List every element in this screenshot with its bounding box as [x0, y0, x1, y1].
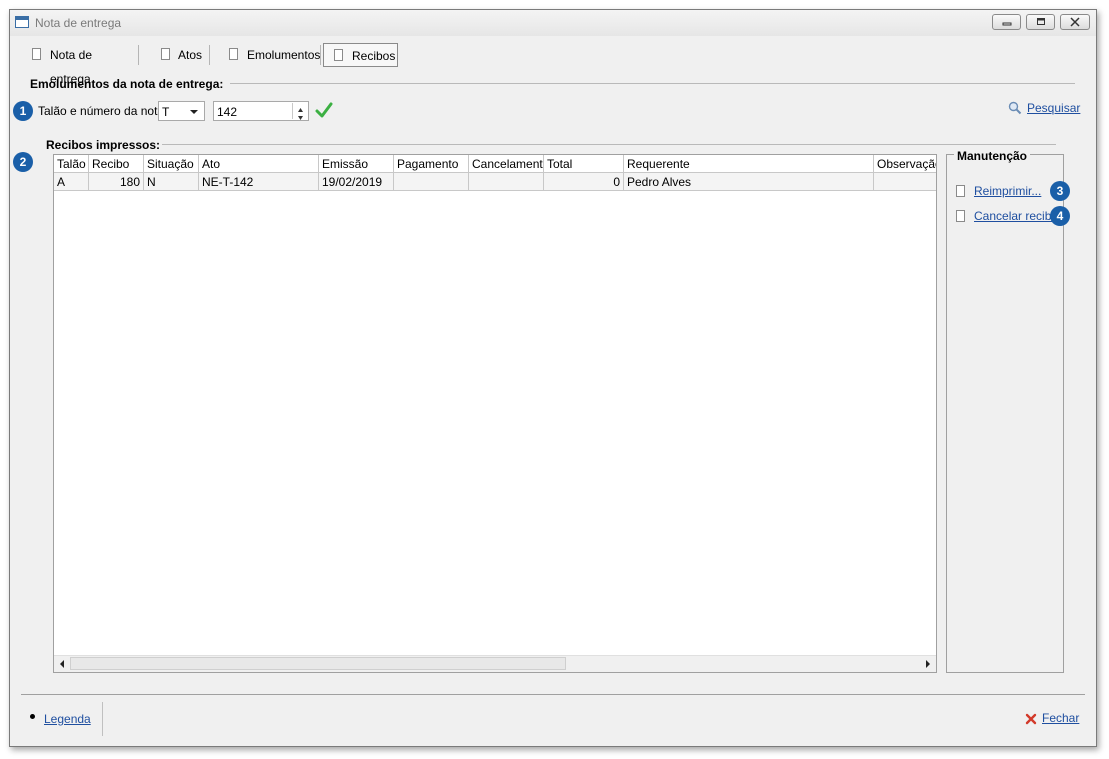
- column-header-cancelamento[interactable]: Cancelamento: [469, 155, 544, 173]
- column-header-requerente[interactable]: Requerente: [624, 155, 874, 173]
- document-icon: [229, 48, 238, 60]
- callout-badge-4: 4: [1050, 206, 1070, 226]
- column-header-talao[interactable]: Talão: [54, 155, 89, 173]
- chevron-down-icon: [190, 110, 198, 114]
- cell-pagamento: [394, 173, 469, 191]
- arrow-right-icon: [926, 660, 930, 668]
- checkmark-icon: [315, 102, 333, 118]
- close-x-icon: [1025, 713, 1037, 725]
- document-icon: [32, 48, 41, 60]
- fechar-label: Fechar: [1042, 711, 1080, 725]
- section-divider: [230, 83, 1075, 84]
- window-title: Nota de entrega: [35, 16, 122, 30]
- caret-down-icon: [298, 116, 303, 120]
- column-header-ato[interactable]: Ato: [199, 155, 319, 173]
- tab-recibos[interactable]: Recibos: [323, 43, 398, 67]
- stepper-down-button[interactable]: [292, 111, 308, 120]
- tab-separator: [138, 45, 139, 65]
- column-header-total[interactable]: Total: [544, 155, 624, 173]
- tab-separator: [209, 45, 210, 65]
- pesquisar-label: Pesquisar: [1027, 101, 1081, 115]
- manutencao-panel: Manutenção Reimprimir... 3 Cancelar reci…: [946, 149, 1070, 673]
- callout-badge-2: 2: [13, 152, 33, 172]
- column-header-situacao[interactable]: Situação: [144, 155, 199, 173]
- cell-observacao: [874, 173, 936, 191]
- column-header-emissao[interactable]: Emissão: [319, 155, 394, 173]
- numero-nota-value: 142: [217, 105, 238, 119]
- cell-talao: A: [54, 173, 89, 191]
- reimprimir-link[interactable]: Reimprimir...: [974, 184, 1041, 198]
- tab-label: Emolumentos: [247, 48, 321, 62]
- tab-atos[interactable]: Atos: [140, 43, 204, 67]
- cell-recibo: 180: [89, 173, 144, 191]
- tab-nota-de-entrega[interactable]: Nota de entrega: [16, 43, 134, 86]
- footer-separator: [102, 702, 103, 736]
- tab-label: Recibos: [352, 49, 396, 63]
- scroll-left-button[interactable]: [54, 656, 70, 672]
- talao-select[interactable]: T: [158, 101, 205, 121]
- talao-select-value: T: [162, 105, 170, 119]
- cell-cancelamento: [469, 173, 544, 191]
- document-icon: [334, 49, 343, 61]
- title-bar[interactable]: Nota de entrega: [10, 10, 1096, 36]
- talao-numero-label: Talão e número da nota:: [38, 104, 168, 118]
- stepper-up-button[interactable]: [292, 103, 308, 112]
- column-header-pagamento[interactable]: Pagamento: [394, 155, 469, 173]
- cell-ato: NE-T-142: [199, 173, 319, 191]
- column-header-observacao[interactable]: Observação: [874, 155, 936, 173]
- column-header-recibo[interactable]: Recibo: [89, 155, 144, 173]
- cell-total: 0: [544, 173, 624, 191]
- close-icon: [1070, 17, 1080, 27]
- restore-icon: [1036, 18, 1045, 25]
- callout-badge-1: 1: [13, 101, 33, 121]
- footer-divider: [21, 694, 1085, 695]
- cell-situacao: N: [144, 173, 199, 191]
- section-divider: [162, 144, 1056, 145]
- document-icon: [161, 48, 170, 60]
- scroll-thumb[interactable]: [70, 657, 566, 670]
- arrow-left-icon: [60, 660, 64, 668]
- recibos-table[interactable]: Talão Recibo Situação Ato Emissão Pagame…: [53, 154, 937, 673]
- cell-requerente: Pedro Alves: [624, 173, 874, 191]
- manutencao-title: Manutenção: [954, 149, 1031, 163]
- legenda-link[interactable]: Legenda: [44, 712, 91, 726]
- callout-badge-3: 3: [1050, 181, 1070, 201]
- scroll-right-button[interactable]: [920, 656, 936, 672]
- close-window-button[interactable]: [1060, 14, 1090, 30]
- maximize-button[interactable]: [1026, 14, 1055, 30]
- cell-emissao: 19/02/2019: [319, 173, 394, 191]
- magnifier-icon: [1008, 101, 1022, 115]
- document-icon: [956, 210, 965, 222]
- document-icon: [956, 185, 965, 197]
- horizontal-scrollbar[interactable]: [54, 655, 936, 672]
- numero-nota-stepper[interactable]: 142: [213, 101, 309, 121]
- dialog-window: Nota de entrega Nota de entrega Atos Emo…: [9, 9, 1097, 747]
- minimize-icon: [1002, 22, 1011, 26]
- section-title-recibos: Recibos impressos:: [46, 138, 161, 152]
- tab-label: Atos: [178, 48, 203, 62]
- tab-emolumentos[interactable]: Emolumentos: [212, 43, 320, 67]
- tab-separator: [320, 45, 321, 65]
- bullet-icon: [30, 714, 35, 719]
- section-title-emolumentos: Emolumentos da nota de entrega:: [30, 77, 224, 91]
- cancelar-recibo-link[interactable]: Cancelar recibo: [974, 209, 1058, 223]
- window-icon: [15, 16, 29, 28]
- minimize-button[interactable]: [992, 14, 1021, 30]
